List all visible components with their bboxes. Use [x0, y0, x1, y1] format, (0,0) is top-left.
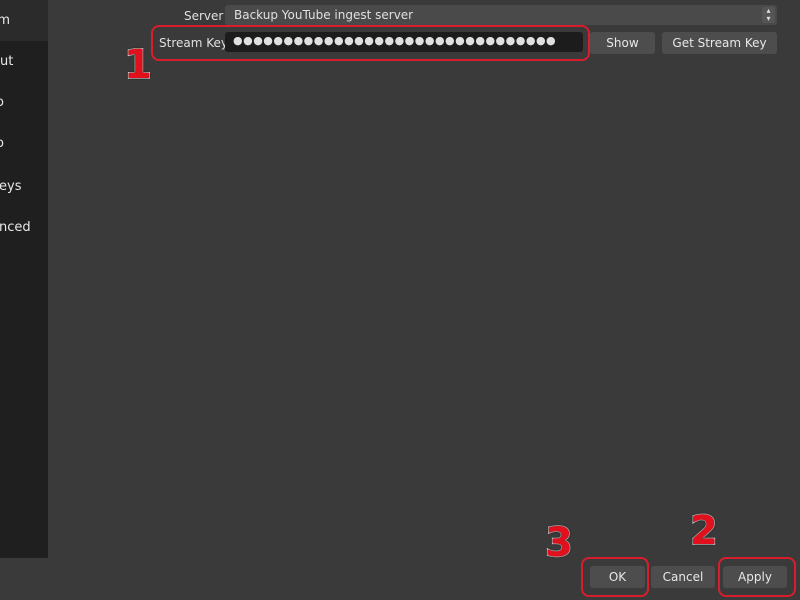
server-select[interactable]: Backup YouTube ingest server ▴ ▾ [225, 5, 777, 25]
get-stream-key-button[interactable]: Get Stream Key [662, 32, 777, 54]
sidebar-item-audio[interactable]: o [0, 82, 48, 123]
annotation-step-3: 3 [544, 519, 573, 567]
annotation-ring-stream-key [151, 25, 590, 61]
sidebar-item-output[interactable]: ut [0, 41, 48, 82]
show-button[interactable]: Show [590, 32, 655, 54]
server-label: Server [184, 9, 224, 23]
cancel-button[interactable]: Cancel [651, 566, 715, 588]
settings-sidebar: m ut o o eys nced [0, 0, 48, 558]
annotation-step-1: 1 [123, 41, 152, 89]
annotation-ring-ok [581, 557, 649, 597]
sidebar-item-stream[interactable]: m [0, 0, 48, 41]
sidebar-item-hotkeys[interactable]: eys [0, 166, 48, 207]
annotation-step-2: 2 [689, 507, 718, 555]
sidebar-item-advanced[interactable]: nced [0, 207, 48, 248]
annotation-ring-apply [718, 557, 796, 597]
sidebar-item-video[interactable]: o [0, 123, 48, 164]
chevron-updown-icon: ▴ ▾ [762, 7, 775, 23]
